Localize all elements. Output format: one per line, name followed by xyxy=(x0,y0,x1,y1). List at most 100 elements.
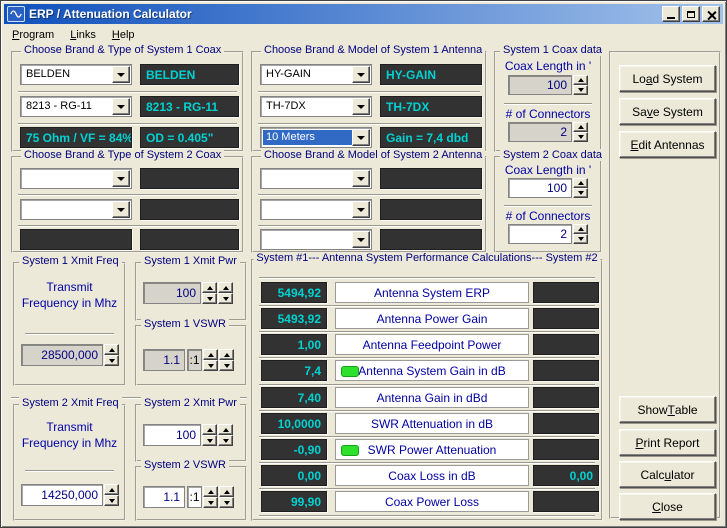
spin-up-button[interactable] xyxy=(104,484,119,495)
spin-down-button[interactable] xyxy=(218,435,233,446)
spin-up-button[interactable] xyxy=(202,424,217,435)
coax-pwr-loss-s1-value: 99,90 xyxy=(261,491,327,512)
spin-down-button[interactable] xyxy=(202,293,217,304)
divider xyxy=(259,357,595,359)
freq1-label-line2: Frequency in Mhz xyxy=(21,296,118,310)
swr-att-s2-value xyxy=(533,413,599,434)
spin-down-button[interactable] xyxy=(573,132,588,142)
coax1-length-field[interactable]: 100 xyxy=(508,75,572,95)
gain-dbd-s2-value xyxy=(533,387,599,408)
erp-s2-value xyxy=(533,282,599,303)
spinner-buttons xyxy=(203,486,218,508)
divider xyxy=(259,488,595,490)
edit-antennas-button[interactable]: Edit Antennas xyxy=(619,131,716,158)
group-system1-antenna: Choose Brand & Model of System 1 Antenna… xyxy=(251,44,487,152)
group-system2-coax-data: System 2 Coax data Coax Length in ' 100 … xyxy=(494,149,606,253)
dropdown-arrow-icon[interactable] xyxy=(352,170,370,187)
dropdown-arrow-icon[interactable] xyxy=(352,129,370,146)
spin-up-button[interactable] xyxy=(573,178,588,188)
coax1-connectors-field[interactable]: 2 xyxy=(508,122,572,142)
coax2-brand-combo-value xyxy=(23,171,112,186)
spin-up-button[interactable] xyxy=(573,224,588,234)
divider xyxy=(18,225,237,227)
coax2-model-display xyxy=(140,199,239,220)
menu-program[interactable]: Program xyxy=(4,27,62,43)
dropdown-arrow-icon[interactable] xyxy=(112,170,130,187)
spin-down-button[interactable] xyxy=(219,360,234,371)
dropdown-arrow-icon[interactable] xyxy=(352,98,370,115)
ant1-brand-combo[interactable]: HY-GAIN xyxy=(260,64,372,85)
coax2-connectors-field[interactable]: 2 xyxy=(508,224,572,244)
coax2-model-combo[interactable] xyxy=(20,199,132,220)
group-system1-vswr: System 1 VSWR 1.1 :1 xyxy=(135,318,247,386)
ant2-band-combo[interactable] xyxy=(260,229,372,250)
coax2-spec-od-display xyxy=(140,229,239,250)
group-title: System 1 Xmit Freq xyxy=(19,255,122,267)
calculator-button[interactable]: Calc u lator xyxy=(619,461,716,488)
swr-att-label: SWR Attenuation in dB xyxy=(335,413,529,434)
spin-down-button[interactable] xyxy=(104,355,119,366)
spin-up-button[interactable] xyxy=(104,344,119,355)
save-system-button[interactable]: Sa v e System xyxy=(619,98,716,125)
calc-row-erp: 5494,92 Antenna System ERP xyxy=(253,282,601,303)
coax1-model-combo[interactable]: 8213 - RG-11 xyxy=(20,96,132,117)
spin-down-button[interactable] xyxy=(573,85,588,95)
spin-down-button[interactable] xyxy=(218,293,233,304)
coax2-length-label: Coax Length in ' xyxy=(504,163,592,177)
spin-up-button[interactable] xyxy=(218,282,233,293)
vswr1-ratio-label: :1 xyxy=(187,349,202,371)
ant2-gain-display xyxy=(380,229,482,250)
coax2-length-spinner: 100 xyxy=(508,178,588,198)
spin-down-button[interactable] xyxy=(203,497,218,508)
spin-up-button[interactable] xyxy=(219,486,234,497)
pwr1-field[interactable]: 100 xyxy=(143,282,201,304)
show-table-button[interactable]: Show Table xyxy=(619,396,716,423)
menu-help[interactable]: Help xyxy=(104,27,143,43)
freq2-field[interactable]: 14250,000 xyxy=(21,484,103,506)
group-system2-coax: Choose Brand & Type of System 2 Coax xyxy=(11,149,244,253)
group-title: System 2 Coax data xyxy=(500,149,606,161)
spinner-buttons xyxy=(104,344,119,366)
system-gain-s1-value: 7,4 xyxy=(261,360,327,381)
spin-up-button[interactable] xyxy=(573,122,588,132)
dropdown-arrow-icon[interactable] xyxy=(352,66,370,83)
dropdown-arrow-icon[interactable] xyxy=(112,201,130,218)
spin-down-button[interactable] xyxy=(203,360,218,371)
spin-down-button[interactable] xyxy=(219,497,234,508)
dropdown-arrow-icon[interactable] xyxy=(352,201,370,218)
ant2-model-combo[interactable] xyxy=(260,199,372,220)
spin-up-button[interactable] xyxy=(202,282,217,293)
freq1-field[interactable]: 28500,000 xyxy=(21,344,103,366)
coax1-brand-display: BELDEN xyxy=(140,64,239,85)
minimize-button[interactable] xyxy=(662,6,680,22)
spin-up-button[interactable] xyxy=(219,349,234,360)
close-dialog-button[interactable]: Close xyxy=(619,493,716,520)
spin-down-button[interactable] xyxy=(573,234,588,244)
spin-down-button[interactable] xyxy=(573,188,588,198)
spin-up-button[interactable] xyxy=(203,349,218,360)
maximize-button[interactable] xyxy=(682,6,700,22)
print-report-button[interactable]: Print Report xyxy=(619,429,716,456)
load-system-button[interactable]: Lo a d System xyxy=(619,65,716,92)
title-bar[interactable]: ERP / Attenuation Calculator xyxy=(4,4,723,24)
dropdown-arrow-icon[interactable] xyxy=(352,231,370,248)
ant1-band-combo[interactable]: 10 Meters xyxy=(260,127,372,148)
dropdown-arrow-icon[interactable] xyxy=(112,98,130,115)
spin-up-button[interactable] xyxy=(218,424,233,435)
vswr2-field[interactable]: 1.1 xyxy=(143,486,185,508)
coax2-length-field[interactable]: 100 xyxy=(508,178,572,198)
menu-links[interactable]: Links xyxy=(62,27,104,43)
pwr2-field[interactable]: 100 xyxy=(143,424,201,446)
dropdown-arrow-icon[interactable] xyxy=(112,66,130,83)
ant2-brand-combo[interactable] xyxy=(260,168,372,189)
erp-label: Antenna System ERP xyxy=(335,282,529,303)
coax2-brand-combo[interactable] xyxy=(20,168,132,189)
coax1-brand-combo[interactable]: BELDEN xyxy=(20,64,132,85)
vswr1-field[interactable]: 1.1 xyxy=(143,349,185,371)
spin-up-button[interactable] xyxy=(203,486,218,497)
spin-down-button[interactable] xyxy=(104,495,119,506)
close-button[interactable] xyxy=(702,6,720,22)
spin-down-button[interactable] xyxy=(202,435,217,446)
ant1-model-combo[interactable]: TH-7DX xyxy=(260,96,372,117)
spin-up-button[interactable] xyxy=(573,75,588,85)
